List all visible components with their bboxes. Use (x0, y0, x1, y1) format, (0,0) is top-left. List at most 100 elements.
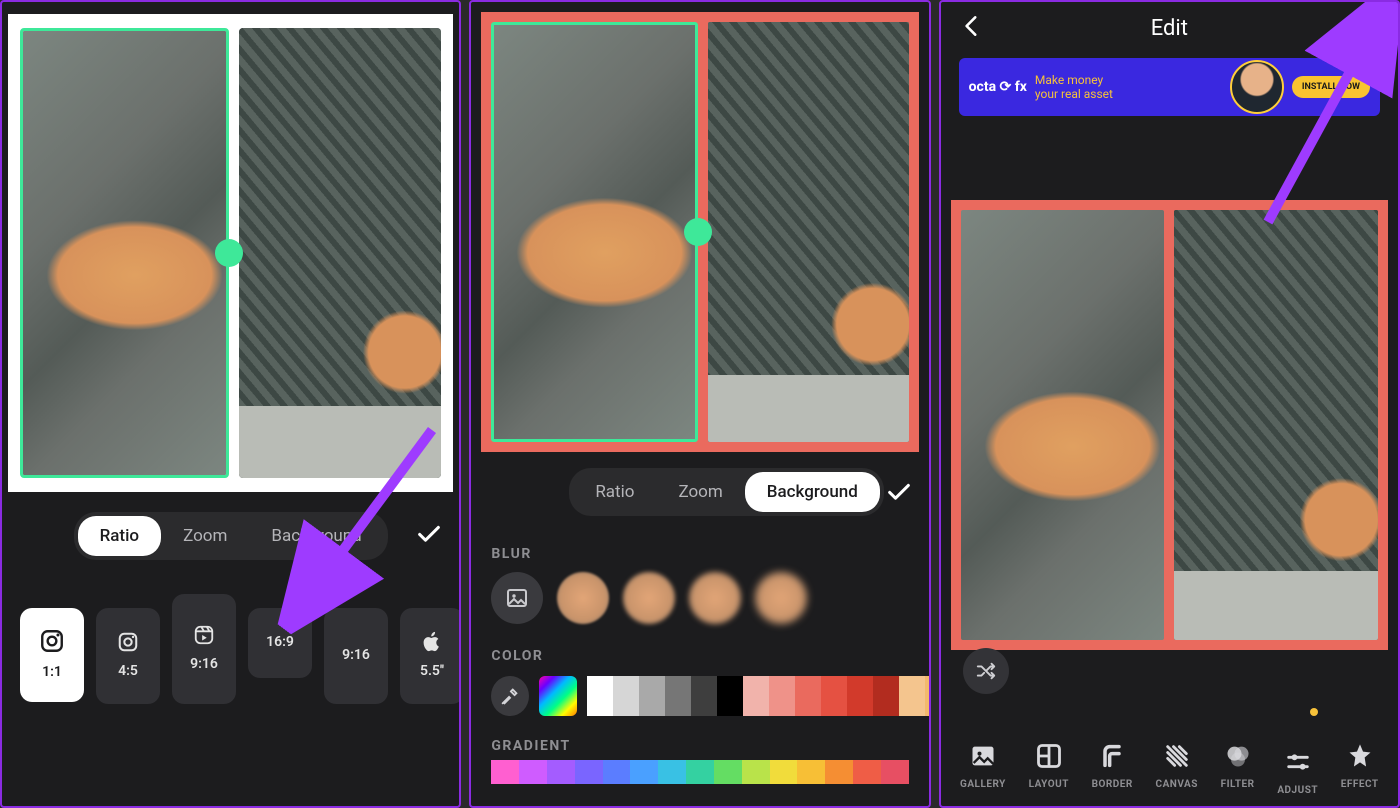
toolbar-label: BORDER (1092, 779, 1133, 790)
ratio-5-5-inch[interactable]: 5.5'' (400, 608, 461, 704)
color-swatch[interactable] (769, 676, 795, 716)
gradient-swatch[interactable] (603, 760, 631, 784)
tool-layout[interactable]: LAYOUT (1029, 742, 1069, 796)
gradient-swatch[interactable] (853, 760, 881, 784)
gradient-swatch-strip (491, 760, 908, 784)
toolbar-label: EFFECT (1341, 779, 1379, 790)
tab-ratio[interactable]: Ratio (78, 516, 162, 556)
section-blur-label: BLUR (471, 524, 928, 566)
gradient-swatch[interactable] (575, 760, 603, 784)
tool-canvas[interactable]: CANVAS (1156, 742, 1198, 796)
color-swatch[interactable] (821, 676, 847, 716)
adjust-icon (1284, 748, 1312, 779)
color-spectrum-button[interactable] (539, 676, 577, 716)
ad-banner[interactable]: octa ⟳ fx Make moneyyour real asset INST… (959, 58, 1380, 116)
gradient-swatch[interactable] (658, 760, 686, 784)
ratio-label: 9:16 (342, 647, 370, 663)
apple-icon (422, 631, 442, 653)
photo-frame[interactable] (961, 210, 1165, 640)
color-swatch[interactable] (639, 676, 665, 716)
color-swatch[interactable] (665, 676, 691, 716)
eyedropper-button[interactable] (491, 676, 529, 716)
screen-3-edit: Edit octa ⟳ fx Make moneyyour real asset… (939, 0, 1400, 808)
shuffle-button[interactable] (963, 648, 1009, 694)
ratio-9-16-reels[interactable]: 9:16 (172, 594, 236, 704)
color-swatch[interactable] (613, 676, 639, 716)
gradient-swatch[interactable] (714, 760, 742, 784)
toolbar-label: ADJUST (1277, 785, 1318, 796)
color-swatch[interactable] (899, 676, 925, 716)
ratio-1-1[interactable]: 1:1 (20, 608, 84, 702)
gradient-swatch[interactable] (630, 760, 658, 784)
photo-frame-selected[interactable] (491, 22, 698, 442)
photo-frame-selected[interactable] (20, 28, 229, 478)
tool-gallery[interactable]: GALLERY (960, 742, 1006, 796)
gradient-swatch[interactable] (491, 760, 519, 784)
chevron-left-icon (959, 13, 985, 39)
blur-level-3[interactable] (689, 572, 741, 624)
tool-border[interactable]: BORDER (1092, 742, 1133, 796)
share-button[interactable] (1354, 13, 1380, 43)
color-swatch[interactable] (587, 676, 613, 716)
photo-cat-lying (494, 25, 695, 439)
tab-zoom[interactable]: Zoom (656, 472, 744, 512)
photo-frame[interactable] (1174, 210, 1378, 640)
instagram-icon (39, 628, 65, 654)
color-swatch[interactable] (873, 676, 899, 716)
eyedropper-icon (499, 685, 521, 707)
ratio-16-9[interactable]: 16:9 (248, 608, 312, 678)
photo-frame[interactable] (239, 28, 442, 478)
effect-icon (1346, 742, 1374, 773)
photo-cat-lying (961, 210, 1165, 640)
collage-canvas (8, 14, 453, 492)
blur-level-1[interactable] (557, 572, 609, 624)
confirm-button[interactable] (415, 520, 443, 552)
color-swatch[interactable] (925, 676, 929, 716)
reels-icon (193, 624, 215, 646)
gradient-swatch[interactable] (742, 760, 770, 784)
ratio-label: 1:1 (42, 664, 62, 680)
tab-ratio[interactable]: Ratio (573, 472, 656, 512)
gradient-swatch[interactable] (881, 760, 909, 784)
edit-tabs-row: Ratio Zoom Background (2, 492, 459, 568)
ad-cta-button[interactable]: INSTALL NOW (1292, 76, 1370, 98)
ad-tagline: Make moneyyour real asset (1035, 73, 1113, 102)
back-button[interactable] (959, 13, 985, 43)
photo-frame[interactable] (708, 22, 909, 442)
edit-header: Edit (941, 2, 1398, 54)
tool-effect[interactable]: EFFECT (1341, 742, 1379, 796)
gradient-swatch[interactable] (770, 760, 798, 784)
ad-brand: octa ⟳ fx (969, 79, 1027, 95)
gradient-swatch[interactable] (797, 760, 825, 784)
ratio-9-16[interactable]: 9:16 (324, 608, 388, 704)
toolbar-label: LAYOUT (1029, 779, 1069, 790)
divider-handle[interactable] (215, 239, 243, 267)
tool-adjust[interactable]: ADJUST (1277, 742, 1318, 796)
color-swatch[interactable] (795, 676, 821, 716)
divider-handle[interactable] (684, 218, 712, 246)
color-swatch[interactable] (847, 676, 873, 716)
confirm-button[interactable] (885, 478, 913, 510)
blur-custom-image[interactable] (491, 572, 543, 624)
gradient-swatch[interactable] (519, 760, 547, 784)
tab-background[interactable]: Background (249, 516, 383, 556)
color-swatch[interactable] (691, 676, 717, 716)
image-icon (505, 586, 529, 610)
blur-options-row (471, 566, 928, 626)
blur-level-4[interactable] (755, 572, 807, 624)
section-color-label: COLOR (471, 626, 928, 668)
collage-canvas (481, 12, 918, 452)
color-swatch[interactable] (743, 676, 769, 716)
gradient-swatch[interactable] (686, 760, 714, 784)
instagram-icon (117, 631, 139, 653)
color-swatch[interactable] (717, 676, 743, 716)
check-icon (885, 478, 913, 506)
tool-filter[interactable]: FILTER (1221, 742, 1255, 796)
tab-zoom[interactable]: Zoom (161, 516, 249, 556)
gradient-swatch[interactable] (825, 760, 853, 784)
gradient-swatch[interactable] (547, 760, 575, 784)
tab-background[interactable]: Background (745, 472, 880, 512)
blur-level-2[interactable] (623, 572, 675, 624)
ad-avatar (1230, 60, 1284, 114)
ratio-4-5[interactable]: 4:5 (96, 608, 160, 704)
